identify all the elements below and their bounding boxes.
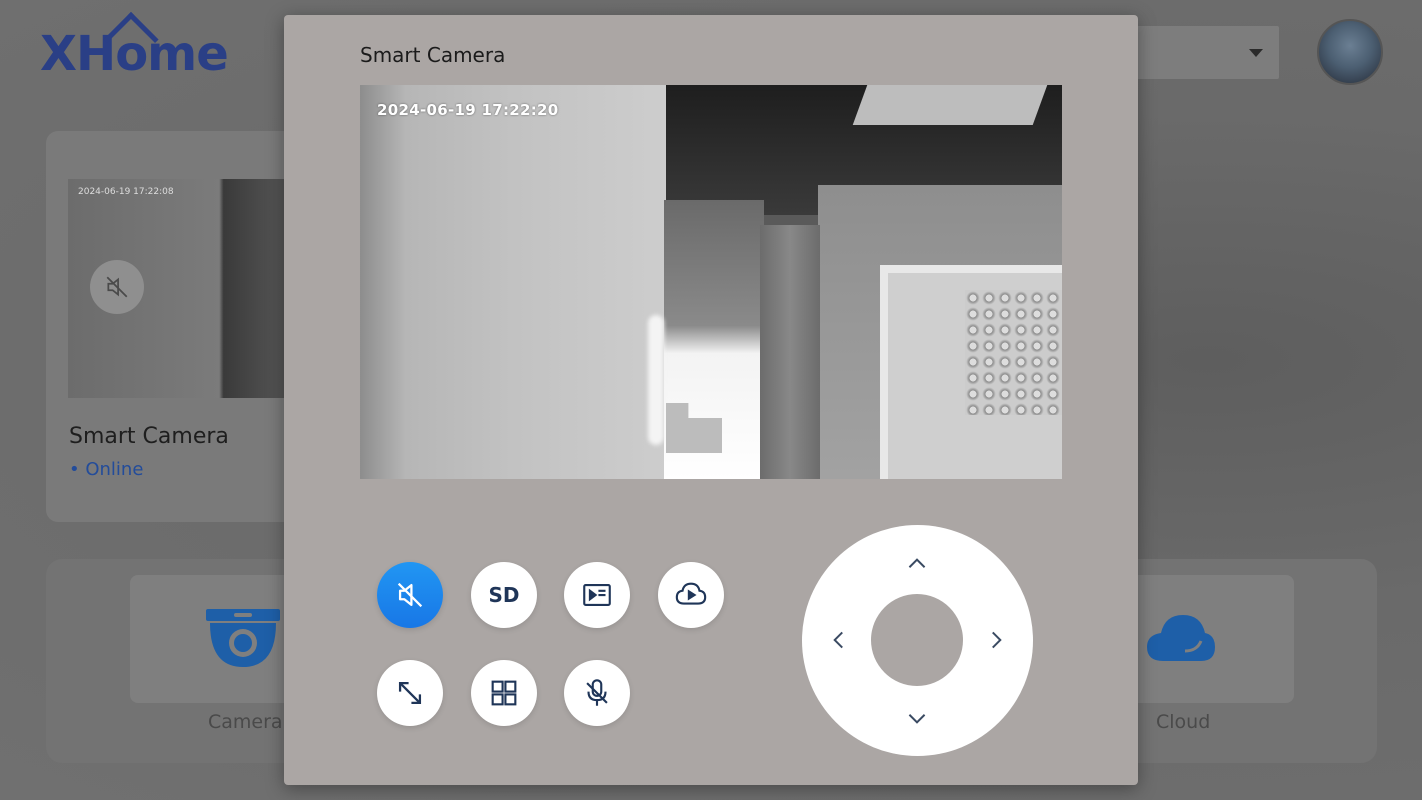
mute-button[interactable] <box>377 562 443 628</box>
card-mute-button[interactable] <box>90 260 144 314</box>
ptz-left-button[interactable] <box>822 623 856 657</box>
video-timestamp: 2024-06-19 17:22:20 <box>377 101 559 119</box>
camera-dome-icon <box>206 609 280 667</box>
ptz-control-pad <box>802 525 1033 756</box>
location-line2: om <box>1130 54 1240 74</box>
chevron-left-icon <box>833 631 843 649</box>
avatar[interactable] <box>1317 19 1383 85</box>
chevron-up-icon <box>908 558 926 568</box>
cloud-playback-button[interactable] <box>658 562 724 628</box>
tile-camera[interactable] <box>130 575 295 703</box>
fullscreen-button[interactable] <box>377 660 443 726</box>
sd-quality-button[interactable]: SD <box>471 562 537 628</box>
dropdown-caret-icon <box>1249 49 1263 57</box>
tile-cloud[interactable] <box>1129 575 1294 703</box>
location-select[interactable]: ory om <box>1130 26 1279 79</box>
sd-label: SD <box>488 583 520 607</box>
ptz-down-button[interactable] <box>900 701 934 735</box>
chevron-right-icon <box>992 631 1002 649</box>
status-badge: • Online <box>69 459 144 480</box>
device-card[interactable]: 2024-06-19 17:22:08 Smart Camera • Onlin… <box>46 131 306 522</box>
ptz-center-button[interactable] <box>871 594 963 686</box>
speaker-muted-icon <box>106 276 128 298</box>
live-video-view[interactable]: 2024-06-19 17:22:20 <box>360 85 1062 479</box>
speaker-muted-icon <box>397 582 423 608</box>
microphone-muted-icon <box>586 679 608 706</box>
camera-live-dialog: Smart Camera 2024-06-19 17:22:20 SD <box>284 15 1138 785</box>
cloud-play-icon <box>675 582 707 605</box>
location-line1: ory <box>1130 34 1240 54</box>
dialog-title: Smart Camera <box>360 43 506 67</box>
grid-view-button[interactable] <box>471 660 537 726</box>
microphone-button[interactable] <box>564 660 630 726</box>
tile-camera-label: Camera <box>208 711 283 733</box>
xhome-logo: XHome <box>40 26 229 82</box>
ptz-right-button[interactable] <box>979 623 1013 657</box>
ptz-up-button[interactable] <box>900 547 934 581</box>
playback-button[interactable] <box>564 562 630 628</box>
device-title: Smart Camera <box>69 424 229 449</box>
chevron-down-icon <box>908 714 926 724</box>
house-o-icon: o <box>115 26 148 82</box>
playback-card-icon <box>583 584 611 606</box>
cloud-icon <box>1147 615 1215 661</box>
preview-timestamp: 2024-06-19 17:22:08 <box>78 187 174 197</box>
expand-diagonal-icon <box>398 681 422 705</box>
camera-preview-thumbnail: 2024-06-19 17:22:08 <box>68 179 284 398</box>
grid-icon <box>491 680 517 706</box>
tile-cloud-label: Cloud <box>1156 711 1211 733</box>
